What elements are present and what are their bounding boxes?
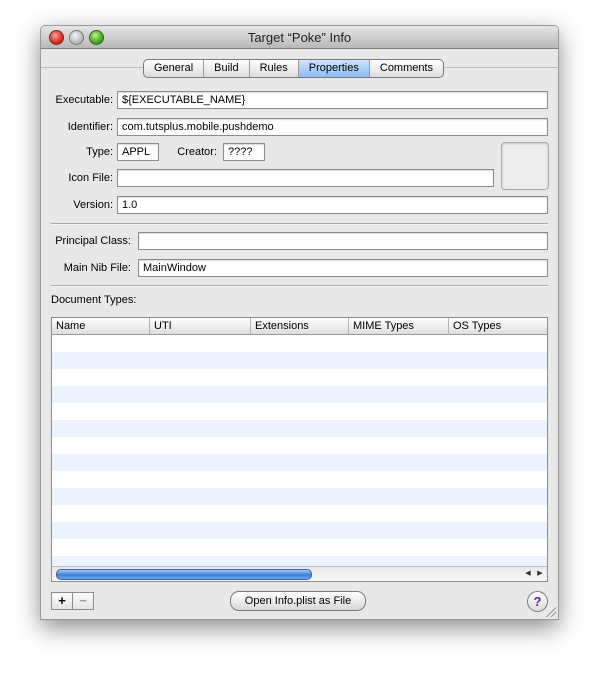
add-remove-control: + − xyxy=(51,592,94,610)
table-row[interactable] xyxy=(52,454,547,471)
icon-file-field[interactable] xyxy=(117,169,494,187)
icon-file-label: Icon File: xyxy=(68,172,113,184)
version-label: Version: xyxy=(73,199,113,211)
tab-properties[interactable]: Properties xyxy=(298,60,370,77)
separator-1 xyxy=(51,223,548,225)
window-title: Target “Poke” Info xyxy=(247,30,352,45)
add-document-type-button[interactable]: + xyxy=(52,593,72,609)
title-bar[interactable]: Target “Poke” Info xyxy=(41,26,558,49)
column-header-uti[interactable]: UTI xyxy=(150,318,251,334)
type-label: Type: xyxy=(86,146,113,158)
table-row[interactable] xyxy=(52,335,547,352)
principal-class-label: Principal Class: xyxy=(55,235,131,247)
icon-image-well[interactable] xyxy=(501,142,549,190)
creator-label: Creator: xyxy=(177,146,217,158)
main-nib-field[interactable]: MainWindow xyxy=(138,259,548,277)
column-header-name[interactable]: Name xyxy=(52,318,150,334)
table-row[interactable] xyxy=(52,420,547,437)
creator-field[interactable]: ???? xyxy=(223,143,265,161)
document-types-label: Document Types: xyxy=(51,294,137,306)
help-button[interactable]: ? xyxy=(527,591,548,612)
version-field[interactable]: 1.0 xyxy=(117,196,548,214)
tab-bar: General Build Rules Properties Comments xyxy=(143,59,445,78)
horizontal-scrollbar[interactable]: ◀ ▶ xyxy=(52,566,547,581)
type-field[interactable]: APPL xyxy=(117,143,159,161)
tab-general[interactable]: General xyxy=(144,60,205,77)
scroll-right-arrow-icon[interactable]: ▶ xyxy=(535,569,545,579)
column-header-extensions[interactable]: Extensions xyxy=(251,318,349,334)
table-row[interactable] xyxy=(52,522,547,539)
table-row[interactable] xyxy=(52,505,547,522)
table-row[interactable] xyxy=(52,539,547,556)
principal-class-field[interactable] xyxy=(138,232,548,250)
main-nib-label: Main Nib File: xyxy=(63,262,131,274)
table-row[interactable] xyxy=(52,386,547,403)
scroll-left-arrow-icon[interactable]: ◀ xyxy=(523,569,533,579)
column-header-mime-types[interactable]: MIME Types xyxy=(349,318,449,334)
table-row[interactable] xyxy=(52,488,547,505)
column-header-os-types[interactable]: OS Types xyxy=(449,318,547,334)
open-info-plist-button[interactable]: Open Info.plist as File xyxy=(230,591,366,611)
table-row[interactable] xyxy=(52,471,547,488)
remove-document-type-button[interactable]: − xyxy=(72,593,93,609)
tab-rules[interactable]: Rules xyxy=(250,60,299,77)
resize-grip-icon[interactable] xyxy=(546,607,556,617)
table-header: Name UTI Extensions MIME Types OS Types xyxy=(52,318,547,335)
identifier-label: Identifier: xyxy=(67,121,113,133)
table-row[interactable] xyxy=(52,352,547,369)
table-row[interactable] xyxy=(52,437,547,454)
executable-field[interactable]: ${EXECUTABLE_NAME} xyxy=(117,91,548,109)
executable-label: Executable: xyxy=(55,94,113,106)
tab-comments[interactable]: Comments xyxy=(370,60,443,77)
table-row[interactable] xyxy=(52,403,547,420)
scrollbar-thumb[interactable] xyxy=(56,569,312,580)
separator-2 xyxy=(51,285,548,287)
table-row[interactable] xyxy=(52,369,547,386)
document-types-table[interactable]: Name UTI Extensions MIME Types OS Types … xyxy=(51,317,548,582)
identifier-field[interactable]: com.tutsplus.mobile.pushdemo xyxy=(117,118,548,136)
tab-build[interactable]: Build xyxy=(204,60,250,77)
target-info-window: Target “Poke” Info General Build Rules P… xyxy=(40,25,559,620)
table-body[interactable] xyxy=(52,335,547,573)
